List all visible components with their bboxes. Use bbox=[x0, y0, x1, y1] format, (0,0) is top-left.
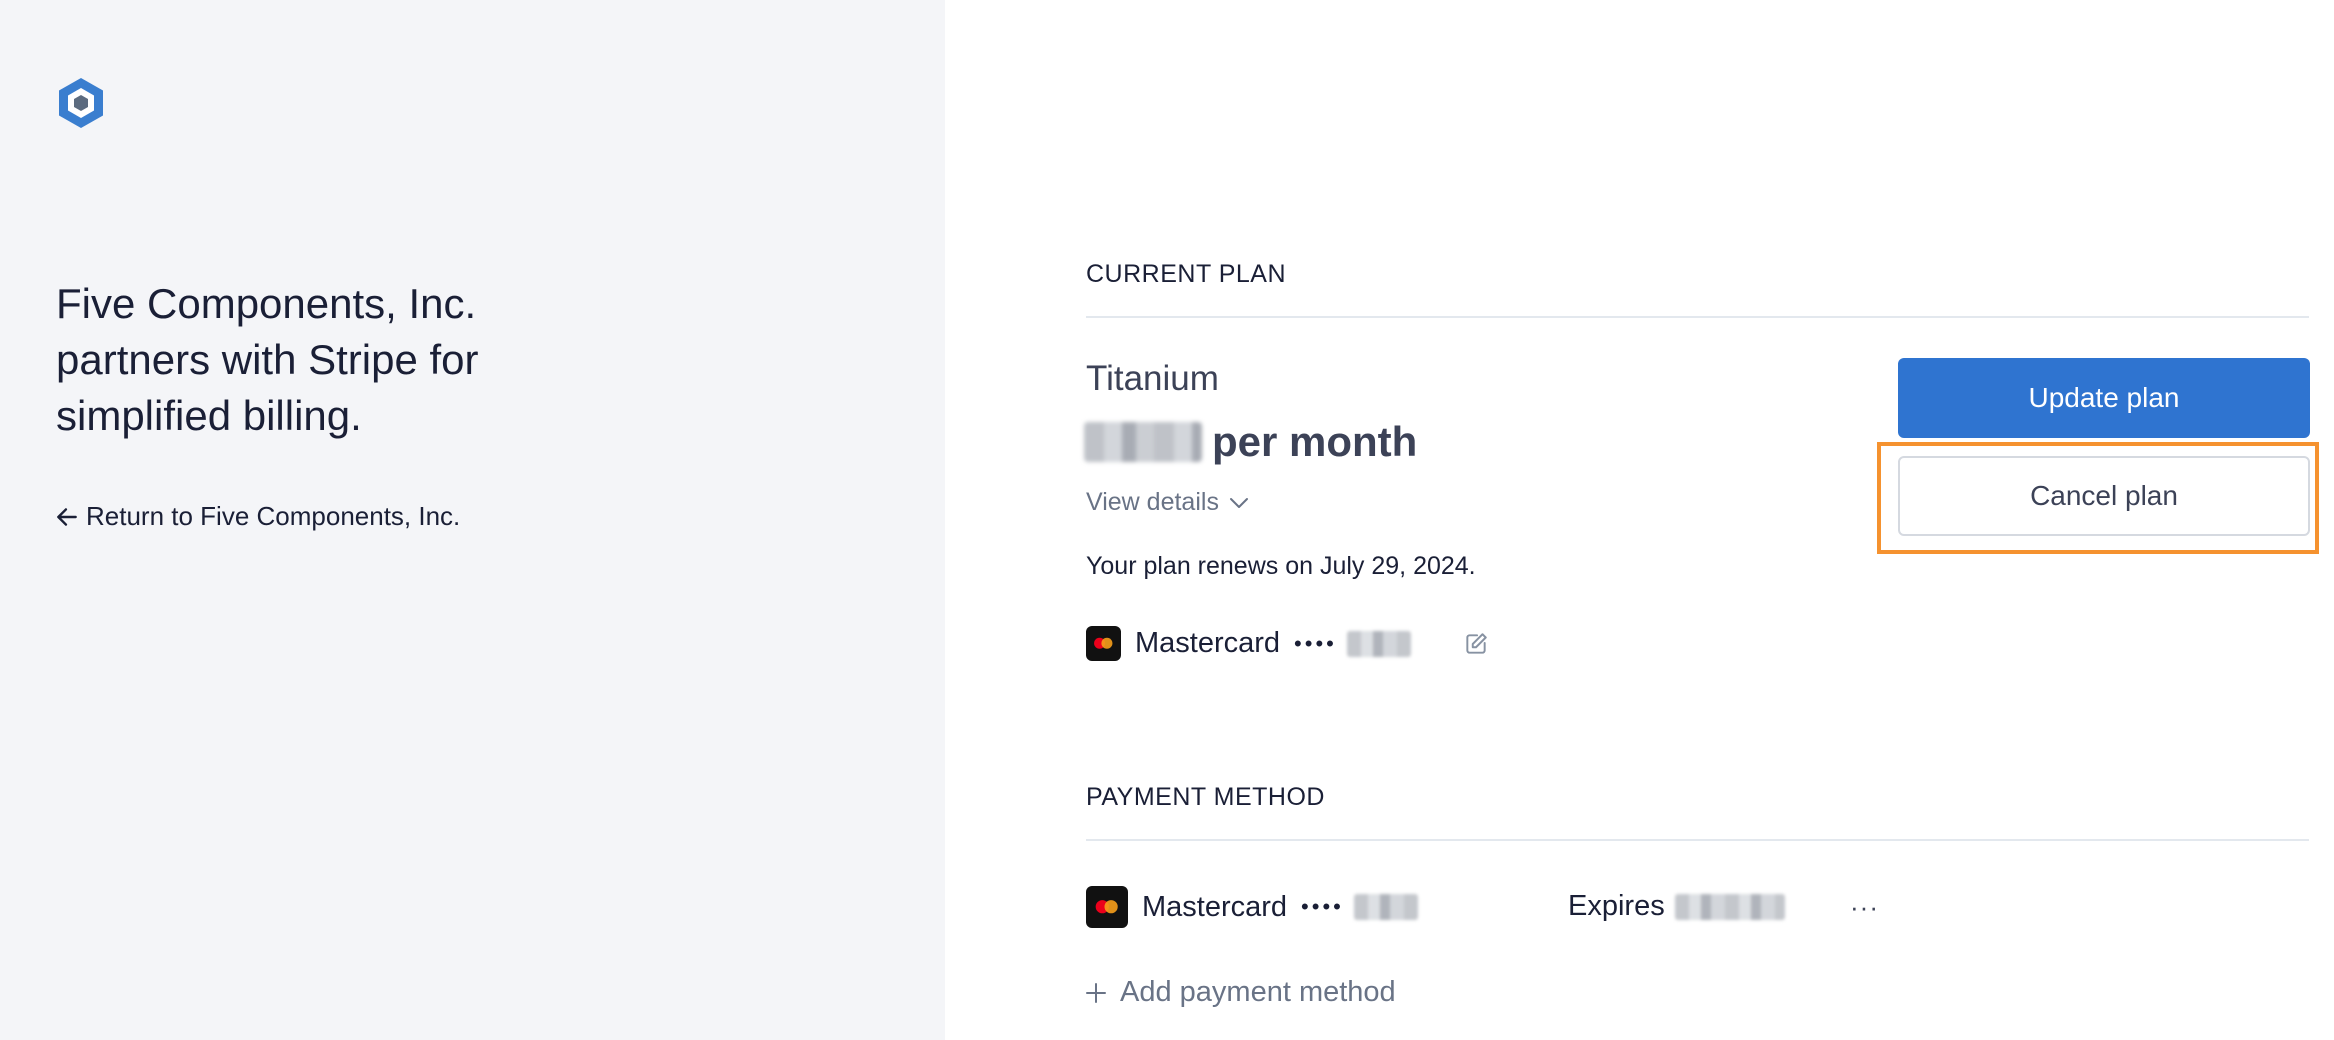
tagline: Five Components, Inc. partners with Stri… bbox=[56, 276, 656, 444]
view-details-label: View details bbox=[1086, 488, 1219, 516]
current-plan-heading: CURRENT PLAN bbox=[1086, 260, 1287, 288]
return-link-label: Return to Five Components, Inc. bbox=[86, 501, 461, 531]
add-payment-label: Add payment method bbox=[1120, 976, 1396, 1008]
price-suffix: per month bbox=[1212, 418, 1418, 465]
hexagon-logo-icon bbox=[59, 78, 103, 128]
redacted-expiry bbox=[1674, 893, 1785, 920]
divider bbox=[1086, 316, 2309, 318]
renewal-text: Your plan renews on July 29, 2024. bbox=[1086, 552, 1476, 580]
plan-price: per month bbox=[1084, 418, 1417, 466]
tagline-line: Five Components, Inc. bbox=[56, 280, 477, 327]
payment-method-heading: PAYMENT METHOD bbox=[1086, 783, 1325, 811]
edit-icon[interactable] bbox=[1463, 631, 1489, 657]
tagline-line: simplified billing. bbox=[56, 392, 362, 439]
card-dots: •••• bbox=[1294, 630, 1337, 656]
card-brand: Mastercard bbox=[1135, 627, 1281, 659]
left-panel: Five Components, Inc. partners with Stri… bbox=[0, 0, 945, 1040]
divider bbox=[1086, 839, 2309, 841]
update-plan-button[interactable]: Update plan bbox=[1898, 358, 2310, 438]
arrow-left-icon bbox=[57, 507, 77, 526]
card-dots: •••• bbox=[1301, 894, 1344, 919]
mastercard-icon bbox=[1086, 886, 1128, 928]
plan-card-row: Mastercard •••• bbox=[1086, 626, 1489, 661]
view-details-toggle[interactable]: View details bbox=[1086, 488, 1251, 517]
add-payment-method-button[interactable]: Add payment method bbox=[1084, 976, 1396, 1009]
card-brand: Mastercard bbox=[1142, 890, 1288, 923]
expires-label: Expires bbox=[1568, 890, 1665, 922]
tagline-line: partners with Stripe for bbox=[56, 336, 479, 383]
redacted-price bbox=[1084, 422, 1202, 462]
card-expiry: Expires bbox=[1568, 890, 1785, 923]
chevron-down-icon bbox=[1229, 497, 1248, 508]
payment-card-row: Mastercard •••• bbox=[1086, 886, 1418, 928]
more-options-button[interactable]: ··· bbox=[1850, 892, 1879, 923]
redacted-card-digits bbox=[1346, 630, 1411, 657]
redacted-card-digits bbox=[1353, 894, 1418, 920]
plus-icon bbox=[1086, 982, 1106, 1003]
cancel-plan-button[interactable]: Cancel plan bbox=[1898, 456, 2310, 536]
return-link[interactable]: Return to Five Components, Inc. bbox=[54, 501, 460, 532]
mastercard-icon bbox=[1086, 626, 1121, 661]
plan-name: Titanium bbox=[1086, 359, 1219, 398]
